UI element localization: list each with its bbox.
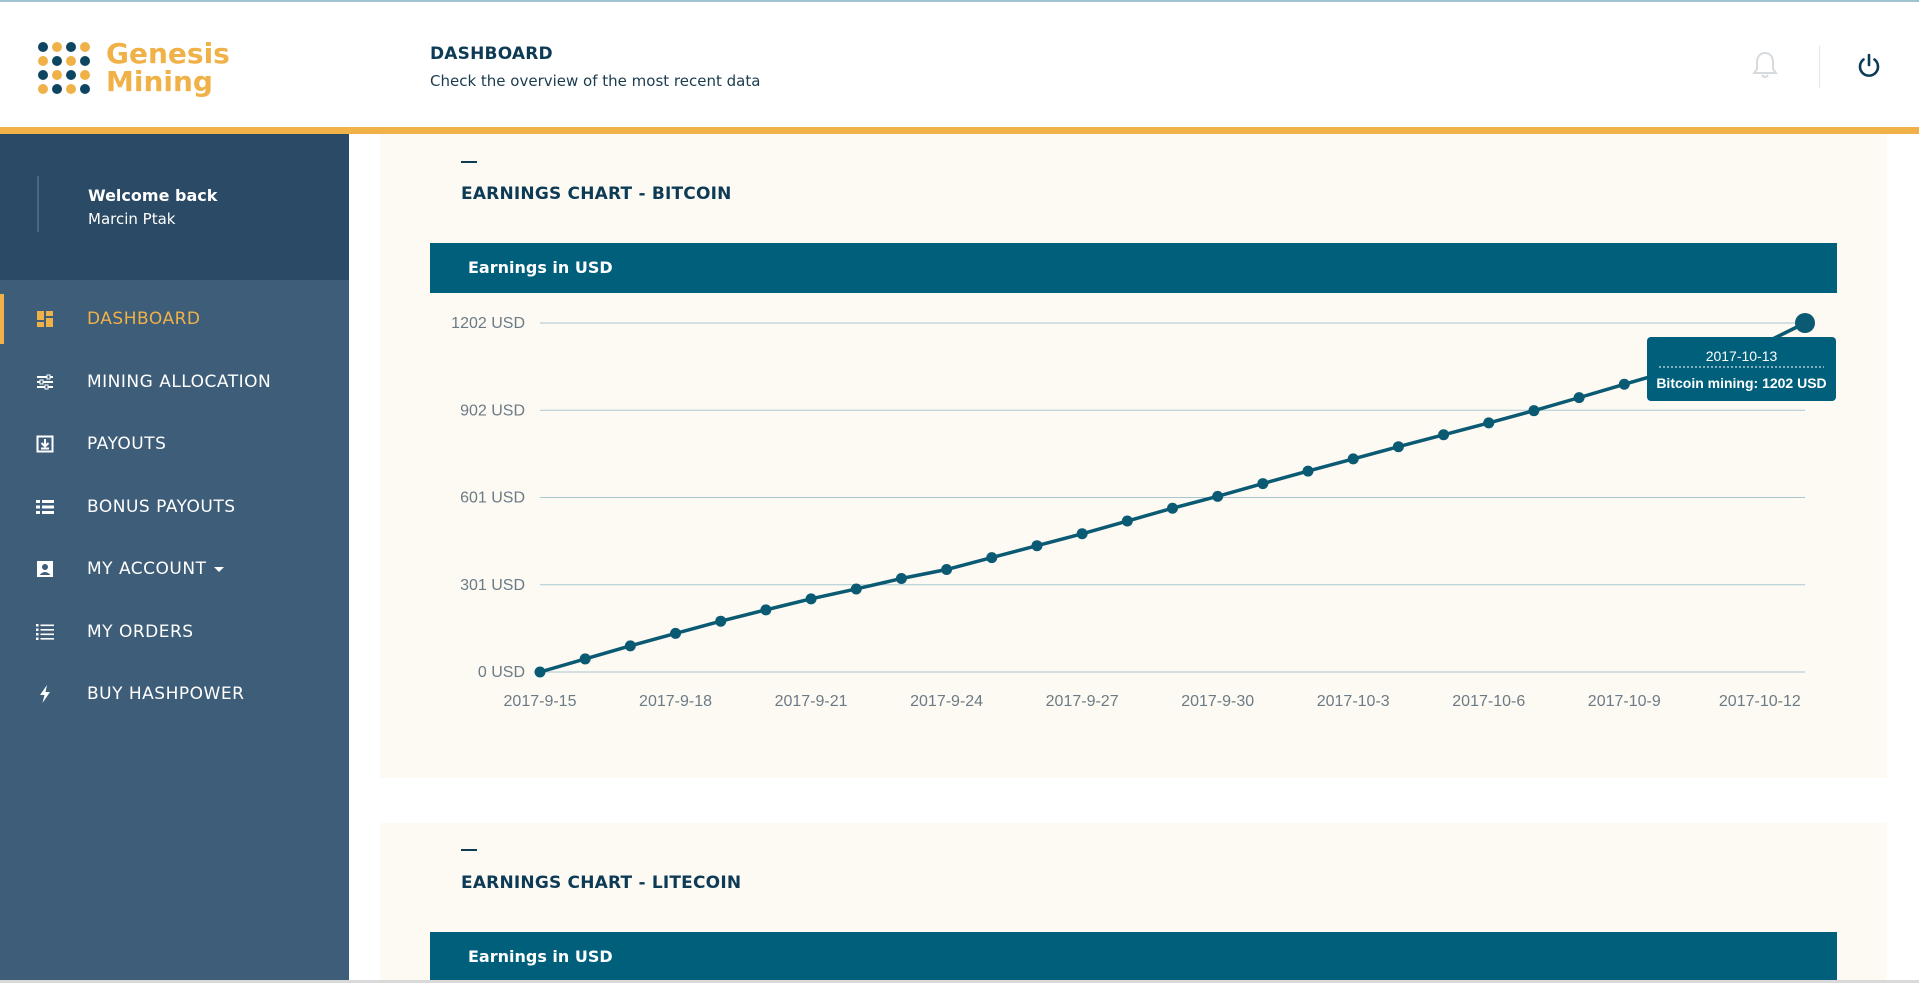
data-point	[1573, 392, 1585, 404]
page-heading: DASHBOARD Check the overview of the most…	[430, 44, 760, 90]
user-welcome-box: Welcome back Marcin Ptak	[0, 134, 349, 280]
data-point	[895, 573, 907, 585]
data-point	[1167, 502, 1178, 514]
data-point	[1121, 515, 1133, 527]
sliders-icon	[35, 372, 55, 392]
data-point	[1031, 540, 1043, 552]
x-tick-label: 2017-9-18	[639, 693, 712, 710]
x-tick-label: 2017-9-21	[775, 693, 848, 710]
sidebar-item-my-account[interactable]: MY ACCOUNT	[0, 538, 349, 601]
header-divider	[1819, 46, 1820, 88]
sidebar-item-payouts[interactable]: PAYOUTS	[0, 413, 349, 476]
sidebar-item-label: BONUS PAYOUTS	[87, 496, 236, 517]
page-subtitle: Check the overview of the most recent da…	[430, 72, 761, 90]
header-accent-bar	[0, 127, 1919, 134]
x-tick-label: 2017-10-12	[1719, 693, 1801, 710]
x-tick-label: 2017-10-9	[1588, 693, 1661, 710]
y-tick-label: 0 USD	[478, 664, 525, 681]
caret-down-icon	[214, 566, 225, 572]
logo-text: Genesis Mining	[106, 40, 230, 96]
data-point	[1528, 405, 1540, 417]
data-point	[850, 583, 862, 595]
logo-line-1: Genesis	[106, 37, 230, 70]
data-point	[579, 653, 591, 665]
sidebar-item-label: MY ACCOUNT	[87, 559, 225, 580]
y-tick-label: 601 USD	[460, 490, 525, 507]
sidebar-item-my-orders[interactable]: MY ORDERS	[0, 601, 349, 664]
data-point	[941, 564, 953, 576]
sidebar-item-mining-allocation[interactable]: MINING ALLOCATION	[0, 351, 349, 414]
data-point	[1618, 378, 1630, 390]
data-point	[805, 593, 817, 605]
tooltip-box	[1647, 337, 1836, 401]
main-content[interactable]: EARNINGS CHART - BITCOIN Earnings in USD…	[349, 134, 1919, 983]
list-icon	[35, 497, 55, 517]
data-point	[986, 552, 998, 564]
user-name[interactable]: Marcin Ptak	[88, 210, 175, 228]
account-icon	[35, 559, 55, 579]
welcome-text: Welcome back	[88, 186, 218, 205]
y-tick-label: 1202 USD	[451, 315, 525, 332]
sidebar-item-buy-hashpower[interactable]: BUY HASHPOWER	[0, 663, 349, 726]
x-tick-label: 2017-10-3	[1317, 693, 1390, 710]
data-point	[1795, 313, 1815, 333]
sidebar-item-label: MINING ALLOCATION	[87, 371, 272, 392]
bitcoin-chart-panel: EARNINGS CHART - BITCOIN Earnings in USD…	[380, 134, 1887, 778]
dashboard-icon	[35, 309, 55, 329]
x-tick-label: 2017-9-24	[910, 693, 983, 710]
sidebar-item-dashboard[interactable]: DASHBOARD	[0, 288, 349, 351]
orders-icon	[35, 622, 55, 642]
data-point	[1438, 429, 1450, 441]
data-point	[1347, 453, 1359, 465]
genesis-mining-logo[interactable]: Genesis Mining	[38, 40, 230, 96]
logo-line-2: Mining	[106, 65, 213, 98]
sidebar-nav: DASHBOARD MINING ALLOCATION PAYOUTS BONU…	[0, 288, 349, 726]
logo-mark-icon	[38, 42, 90, 94]
bolt-icon	[35, 684, 55, 704]
panel-title: EARNINGS CHART - LITECOIN	[461, 873, 742, 893]
top-header: Genesis Mining DASHBOARD Check the overv…	[0, 0, 1919, 127]
data-point	[715, 615, 727, 627]
sidebar-item-bonus-payouts[interactable]: BONUS PAYOUTS	[0, 476, 349, 539]
data-point	[1212, 490, 1224, 502]
data-point	[1483, 417, 1495, 429]
data-point	[760, 604, 772, 616]
bitcoin-earnings-chart[interactable]: 0 USD 301 USD 601 USD 902 USD 1202 USD 2017-9…	[380, 134, 1887, 778]
sidebar-item-label: BUY HASHPOWER	[87, 684, 245, 705]
data-point	[1392, 441, 1404, 453]
data-point	[1302, 465, 1314, 477]
bell-icon[interactable]	[1752, 50, 1778, 80]
page-title: DASHBOARD	[430, 44, 553, 64]
sidebar-item-label: DASHBOARD	[87, 309, 201, 330]
title-dash	[461, 849, 477, 851]
litecoin-chart-panel: EARNINGS CHART - LITECOIN Earnings in US…	[380, 823, 1887, 983]
data-point	[534, 666, 546, 678]
x-tick-label: 2017-10-6	[1452, 693, 1525, 710]
sidebar-item-text: MY ACCOUNT	[87, 559, 207, 580]
x-tick-label: 2017-9-27	[1046, 693, 1119, 710]
data-point	[1257, 478, 1269, 490]
tooltip-date: 2017-10-13	[1706, 348, 1778, 364]
download-icon	[35, 434, 55, 454]
y-tick-label: 301 USD	[460, 577, 525, 594]
data-point	[624, 640, 636, 652]
tooltip-value: Bitcoin mining: 1202 USD	[1656, 375, 1826, 391]
sidebar-item-label: MY ORDERS	[87, 621, 194, 642]
chart-header-label: Earnings in USD	[468, 947, 613, 966]
user-divider	[37, 176, 39, 232]
data-point	[1076, 528, 1088, 540]
x-tick-label: 2017-9-30	[1181, 693, 1254, 710]
sidebar-item-label: PAYOUTS	[87, 434, 167, 455]
x-tick-label: 2017-9-15	[504, 693, 577, 710]
power-icon[interactable]	[1855, 52, 1883, 80]
data-point	[670, 627, 682, 639]
sidebar: Welcome back Marcin Ptak DASHBOARD MININ…	[0, 134, 349, 983]
chart-header: Earnings in USD	[430, 932, 1837, 982]
y-tick-label: 902 USD	[460, 402, 525, 419]
